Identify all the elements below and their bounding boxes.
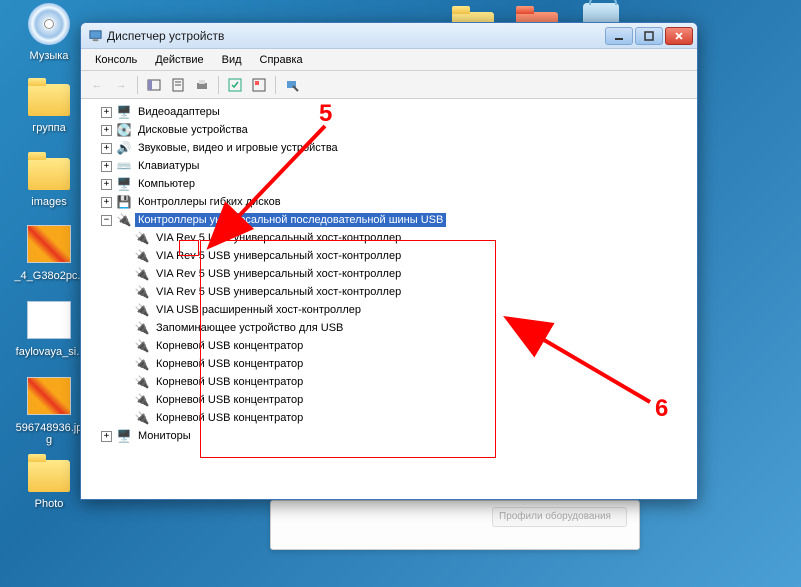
device-icon: ⌨️ <box>116 158 132 174</box>
tree-expander[interactable]: + <box>101 197 112 208</box>
annotation-6: 6 <box>655 395 668 423</box>
device-icon: 🔌 <box>134 266 150 282</box>
tree-expander[interactable]: + <box>101 431 112 442</box>
desktop-icon[interactable]: Музыка <box>14 0 84 62</box>
desktop-icon-label: 596748936.jpg <box>14 422 84 446</box>
tree-item[interactable]: + 🔊Звуковые, видео и игровые устройства <box>99 139 693 157</box>
tree-item[interactable]: + 💽Дисковые устройства <box>99 121 693 139</box>
tree-expander[interactable]: + <box>101 179 112 190</box>
tree-item-label: Звуковые, видео и игровые устройства <box>135 141 341 155</box>
hw-profiles-button[interactable]: Профили оборудования <box>492 507 627 527</box>
tree-item-label: Компьютер <box>135 177 198 191</box>
device-icon: 🔌 <box>134 410 150 426</box>
device-icon: 🔊 <box>116 140 132 156</box>
device-icon: 💽 <box>116 122 132 138</box>
desktop-icon-label: images <box>14 196 84 208</box>
annotation-box-expander <box>179 240 199 256</box>
desktop-icon-label: Музыка <box>14 50 84 62</box>
desktop-icon-label: Photo <box>14 498 84 510</box>
desktop-icon[interactable]: группа <box>14 72 84 134</box>
tree-item[interactable]: + 💾Контроллеры гибких дисков <box>99 193 693 211</box>
toolbar-icon-4[interactable] <box>225 75 245 95</box>
background-app-fragment: Профили оборудования <box>270 500 640 550</box>
tree-expander[interactable]: + <box>101 161 112 172</box>
tree-item-label: Дисковые устройства <box>135 123 251 137</box>
tree-expander[interactable]: + <box>101 143 112 154</box>
device-icon: 🔌 <box>134 356 150 372</box>
tree-item[interactable]: + 🖥️Видеоадаптеры <box>99 103 693 121</box>
desktop-icon-label: _4_G38o2pc.. <box>14 270 84 282</box>
device-icon: 🔌 <box>134 230 150 246</box>
device-icon: 🔌 <box>134 320 150 336</box>
tree-item[interactable]: + 🖥️Компьютер <box>99 175 693 193</box>
desktop-icon-label: faylovaya_si.. <box>14 346 84 358</box>
tree-item-label: Мониторы <box>135 429 194 443</box>
desktop-icon[interactable]: Photo <box>14 448 84 510</box>
maximize-button[interactable] <box>635 27 663 45</box>
tree-item-label: Видеоадаптеры <box>135 105 223 119</box>
back-button: ← <box>87 75 107 95</box>
close-button[interactable] <box>665 27 693 45</box>
device-icon: 💾 <box>116 194 132 210</box>
desktop-icon[interactable]: _4_G38o2pc.. <box>14 220 84 282</box>
menu-view[interactable]: Вид <box>214 52 250 68</box>
titlebar[interactable]: Диспетчер устройств <box>81 23 697 49</box>
scan-hardware-icon[interactable] <box>282 75 302 95</box>
desktop-icon-label: группа <box>14 122 84 134</box>
annotation-5: 5 <box>319 100 332 128</box>
device-icon: 🖥️ <box>116 176 132 192</box>
annotation-box-usb <box>200 240 496 458</box>
device-icon: 🔌 <box>134 302 150 318</box>
desktop-icon[interactable]: 596748936.jpg <box>14 372 84 446</box>
properties-icon[interactable] <box>168 75 188 95</box>
window-title: Диспетчер устройств <box>107 29 605 43</box>
menu-help[interactable]: Справка <box>252 52 311 68</box>
tree-item-label: Контроллеры универсальной последовательн… <box>135 213 446 227</box>
print-icon[interactable] <box>192 75 212 95</box>
toolbar-icon-1[interactable] <box>144 75 164 95</box>
desktop-icon[interactable]: images <box>14 146 84 208</box>
device-icon: 🔌 <box>134 284 150 300</box>
minimize-button[interactable] <box>605 27 633 45</box>
device-icon: 🔌 <box>134 374 150 390</box>
device-icon: 🔌 <box>116 212 132 228</box>
forward-button: → <box>111 75 131 95</box>
device-icon: 🔌 <box>134 338 150 354</box>
desktop-icon[interactable]: faylovaya_si.. <box>14 296 84 358</box>
toolbar: ← → <box>81 71 697 99</box>
menu-action[interactable]: Действие <box>147 52 211 68</box>
tree-item-label: Контроллеры гибких дисков <box>135 195 284 209</box>
menu-console[interactable]: Консоль <box>87 52 145 68</box>
device-icon: 🖥️ <box>116 428 132 444</box>
device-icon: 🖥️ <box>116 104 132 120</box>
device-icon: 🔌 <box>134 392 150 408</box>
tree-expander[interactable]: − <box>101 215 112 226</box>
tree-item-usb-controllers[interactable]: −🔌Контроллеры универсальной последовател… <box>99 211 693 229</box>
tree-item-label: Клавиатуры <box>135 159 202 173</box>
toolbar-icon-5[interactable] <box>249 75 269 95</box>
device-icon: 🔌 <box>134 248 150 264</box>
tree-item[interactable]: + ⌨️Клавиатуры <box>99 157 693 175</box>
menu-bar: Консоль Действие Вид Справка <box>81 49 697 71</box>
tree-expander[interactable]: + <box>101 107 112 118</box>
tree-expander[interactable]: + <box>101 125 112 136</box>
app-icon <box>87 28 103 44</box>
